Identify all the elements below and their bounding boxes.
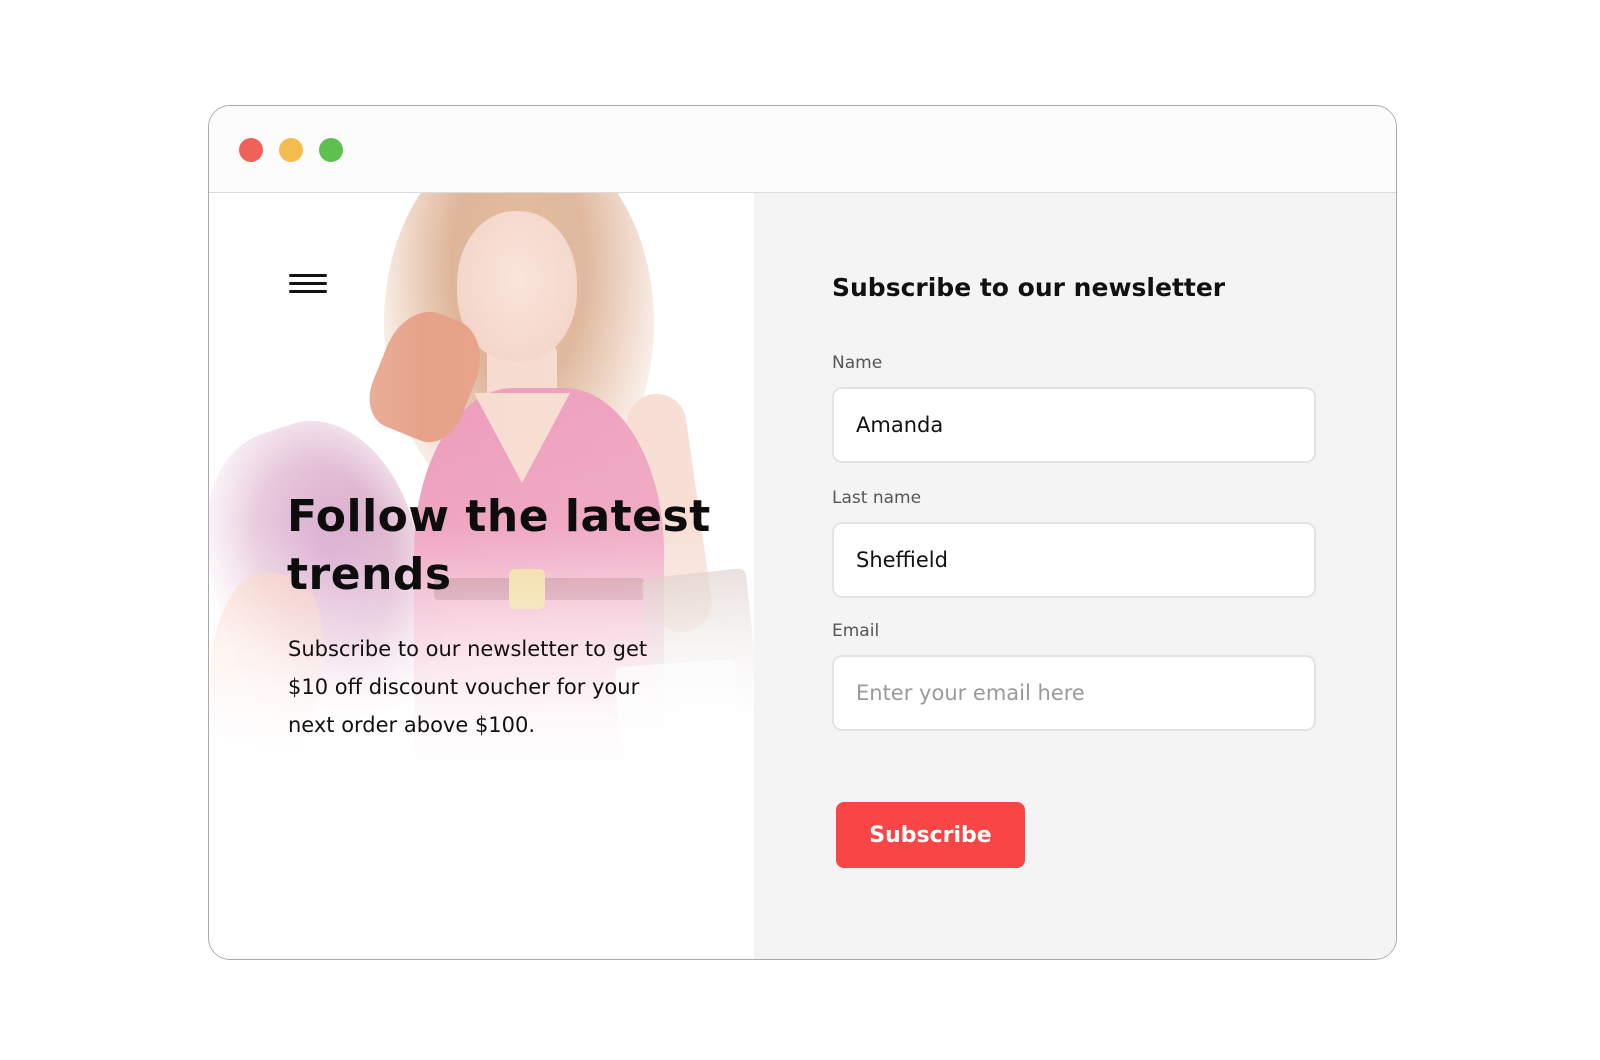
hero-panel: Follow the latest trends Subscribe to ou…: [209, 193, 754, 959]
maximize-window-button[interactable]: [319, 138, 343, 162]
hero-description: Subscribe to our newsletter to get $10 o…: [288, 637, 648, 737]
newsletter-form-panel: Subscribe to our newsletter Name Last na…: [754, 193, 1396, 959]
close-window-button[interactable]: [239, 138, 263, 162]
last-name-input[interactable]: [832, 522, 1316, 598]
form-title: Subscribe to our newsletter: [832, 273, 1226, 302]
browser-window: Follow the latest trends Subscribe to ou…: [208, 105, 1397, 960]
last-name-label: Last name: [832, 488, 922, 508]
name-label: Name: [832, 353, 883, 373]
minimize-window-button[interactable]: [279, 138, 303, 162]
email-input[interactable]: [832, 655, 1316, 731]
name-input[interactable]: [832, 387, 1316, 463]
email-label: Email: [832, 621, 880, 641]
hamburger-menu-icon[interactable]: [289, 273, 327, 297]
subscribe-button[interactable]: Subscribe: [836, 802, 1025, 868]
hero-headline: Follow the latest trends: [287, 491, 711, 600]
window-titlebar: [209, 106, 1396, 193]
